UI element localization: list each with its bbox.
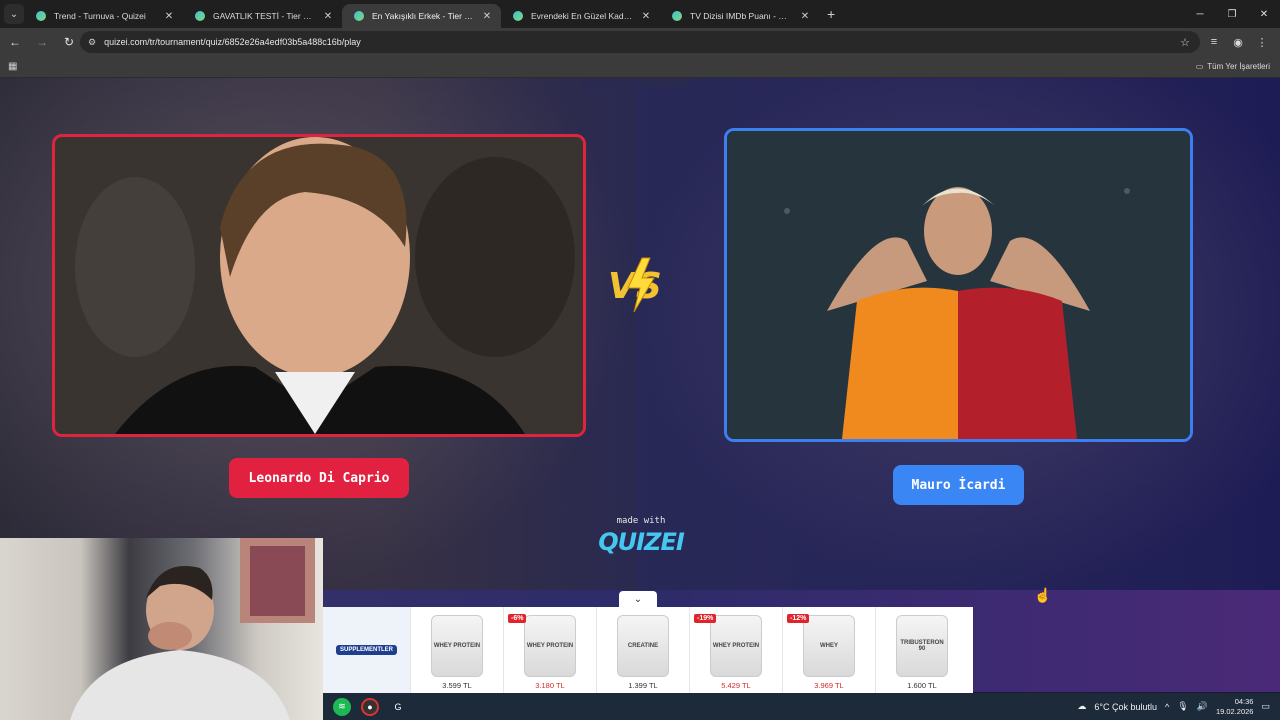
ad-collapse-chevron-icon[interactable]: ⌄ bbox=[619, 591, 657, 608]
product-price: 3.180 TL bbox=[535, 681, 565, 690]
ad-brand-name: SUPPLEMENTLER bbox=[335, 645, 397, 655]
webcam-overlay bbox=[0, 538, 323, 720]
window-controls: ─ ❐ ✕ bbox=[1184, 0, 1280, 28]
new-tab-button[interactable]: + bbox=[827, 6, 835, 22]
nav-bar: ← → ↻ ⚙ quizei.com/tr/tournament/quiz/68… bbox=[0, 28, 1280, 56]
portrait-right-illustration bbox=[727, 131, 1190, 439]
address-bar[interactable]: ⚙ quizei.com/tr/tournament/quiz/6852e26a… bbox=[80, 31, 1200, 53]
back-icon[interactable]: ← bbox=[3, 30, 27, 54]
close-icon[interactable]: ✕ bbox=[163, 11, 175, 22]
discount-badge: -6% bbox=[508, 614, 527, 623]
clock[interactable]: 04:36 19.02.2026 bbox=[1216, 697, 1254, 717]
quizei-logo[interactable]: QUIZEI bbox=[596, 528, 686, 556]
tab-2-active[interactable]: En Yakışıklı Erkek - Tier List, Kör ✕ bbox=[342, 4, 501, 28]
tab-title: GAVATLIK TESTİ - Tier List | Kör bbox=[213, 11, 316, 21]
quizei-favicon-icon bbox=[354, 11, 364, 21]
product-image: WHEY PROTEIN bbox=[710, 615, 762, 677]
close-icon[interactable]: ✕ bbox=[640, 11, 652, 22]
choose-left-button[interactable]: Leonardo Di Caprio bbox=[229, 458, 409, 498]
product-price: 3.969 TL bbox=[814, 681, 844, 690]
product-image: WHEY PROTEIN bbox=[524, 615, 576, 677]
taskbar: ≋ ● G ☁ 6°C Çok bulutlu ^ 🎙 🔊 04:36 19.0… bbox=[323, 693, 1280, 720]
quizei-favicon-icon bbox=[672, 11, 682, 21]
ad-product[interactable]: -6% WHEY PROTEIN 3.180 TL bbox=[503, 607, 596, 693]
quizei-favicon-icon bbox=[195, 11, 205, 21]
minimize-icon[interactable]: ─ bbox=[1184, 0, 1216, 28]
ad-brand-logo[interactable]: SUPPLEMENTLER bbox=[323, 607, 410, 693]
clock-time: 04:36 bbox=[1234, 696, 1254, 706]
tab-1[interactable]: GAVATLIK TESTİ - Tier List | Kör ✕ bbox=[183, 4, 342, 28]
left-contestant-image[interactable] bbox=[52, 134, 586, 437]
ad-banner[interactable]: SUPPLEMENTLER WHEY PROTEIN 3.599 TL -6% … bbox=[323, 607, 973, 693]
profile-icon[interactable]: ◉ bbox=[1228, 30, 1248, 54]
tab-title: TV Dizisi IMDb Puanı - Quizei bbox=[690, 11, 793, 21]
close-icon[interactable]: ✕ bbox=[322, 11, 334, 22]
tray-chevron-icon[interactable]: ^ bbox=[1165, 702, 1169, 712]
product-image: WHEY PROTEIN bbox=[431, 615, 483, 677]
tab-title: Trend - Turnuva - Quizei bbox=[54, 11, 146, 21]
bookmarks-bar: ▦ ▭ Tüm Yer İşaretleri bbox=[0, 56, 1280, 78]
bookmark-star-icon[interactable]: ☆ bbox=[1180, 36, 1190, 49]
product-price: 3.599 TL bbox=[442, 681, 472, 690]
tab-4[interactable]: TV Dizisi IMDb Puanı - Quizei ✕ bbox=[660, 4, 819, 28]
weather-text[interactable]: 6°C Çok bulutlu bbox=[1094, 702, 1157, 712]
product-price: 5.429 TL bbox=[721, 681, 751, 690]
clock-date: 19.02.2026 bbox=[1215, 706, 1254, 716]
tab-strip: ⌄ Trend - Turnuva - Quizei ✕ GAVATLIK TE… bbox=[0, 0, 1280, 28]
forward-icon[interactable]: → bbox=[30, 30, 54, 54]
reload-icon[interactable]: ↻ bbox=[57, 30, 81, 54]
close-icon[interactable]: ✕ bbox=[481, 11, 493, 22]
product-image: TRIBUSTERON 90 bbox=[896, 615, 948, 677]
streamer-illustration bbox=[70, 538, 315, 720]
portrait-left-illustration bbox=[55, 137, 583, 434]
discount-badge: -19% bbox=[694, 614, 717, 623]
quizei-favicon-icon bbox=[36, 11, 46, 21]
tab-title: Evrendeki En Güzel Kadın (En G bbox=[531, 11, 634, 21]
spotify-icon[interactable]: ≋ bbox=[333, 697, 351, 716]
site-info-icon[interactable]: ⚙ bbox=[88, 37, 96, 48]
product-price: 1.399 TL bbox=[628, 681, 658, 690]
obs-icon[interactable]: ● bbox=[361, 697, 379, 716]
toolbar-right: ≡ ◉ ⋮ bbox=[1204, 30, 1272, 54]
all-bookmarks-label: Tüm Yer İşaretleri bbox=[1207, 62, 1270, 71]
media-icon[interactable]: ≡ bbox=[1204, 30, 1224, 54]
ad-product[interactable]: CREATINE 1.399 TL bbox=[596, 607, 689, 693]
tab-3[interactable]: Evrendeki En Güzel Kadın (En G ✕ bbox=[501, 4, 660, 28]
weather-icon: ☁ bbox=[1077, 701, 1087, 711]
ad-product[interactable]: -19% WHEY PROTEIN 5.429 TL bbox=[689, 607, 782, 693]
quizei-favicon-icon bbox=[513, 11, 523, 21]
menu-icon[interactable]: ⋮ bbox=[1252, 30, 1272, 54]
all-bookmarks-button[interactable]: ▭ Tüm Yer İşaretleri bbox=[1196, 62, 1270, 71]
ad-product[interactable]: WHEY PROTEIN 3.599 TL bbox=[410, 607, 503, 693]
apps-grid-icon[interactable]: ▦ bbox=[8, 61, 17, 72]
product-price: 1.600 TL bbox=[907, 681, 937, 690]
notifications-icon[interactable]: ▭ bbox=[1261, 701, 1270, 712]
close-icon[interactable]: ✕ bbox=[799, 11, 811, 22]
tab-title: En Yakışıklı Erkek - Tier List, Kör bbox=[372, 11, 475, 21]
made-with-label: made with bbox=[616, 516, 666, 526]
product-image: CREATINE bbox=[617, 615, 669, 677]
vs-emblem: VS bbox=[606, 254, 674, 321]
ad-product[interactable]: TRIBUSTERON 90 1.600 TL bbox=[875, 607, 968, 693]
system-tray: ☁ 6°C Çok bulutlu ^ 🎙 🔊 04:36 19.02.2026… bbox=[1077, 693, 1270, 720]
product-image: WHEY bbox=[803, 615, 855, 677]
hand-cursor-icon: ☝ bbox=[1034, 587, 1052, 603]
tab-0[interactable]: Trend - Turnuva - Quizei ✕ bbox=[24, 4, 183, 28]
restore-icon[interactable]: ❐ bbox=[1216, 0, 1248, 28]
close-window-icon[interactable]: ✕ bbox=[1248, 0, 1280, 28]
g-app-icon[interactable]: G bbox=[389, 697, 407, 716]
choose-right-button[interactable]: Mauro İcardi bbox=[893, 465, 1024, 505]
url-text: quizei.com/tr/tournament/quiz/6852e26a4e… bbox=[104, 37, 361, 47]
folder-icon: ▭ bbox=[1195, 62, 1204, 71]
tab-search-chevron-icon[interactable]: ⌄ bbox=[4, 4, 24, 24]
right-contestant-image[interactable] bbox=[724, 128, 1193, 442]
microphone-icon[interactable]: 🎙 bbox=[1177, 701, 1188, 712]
top-panel-edge bbox=[580, 78, 692, 88]
volume-icon[interactable]: 🔊 bbox=[1197, 701, 1208, 712]
ad-product[interactable]: -12% WHEY 3.969 TL bbox=[782, 607, 875, 693]
discount-badge: -12% bbox=[787, 614, 810, 623]
